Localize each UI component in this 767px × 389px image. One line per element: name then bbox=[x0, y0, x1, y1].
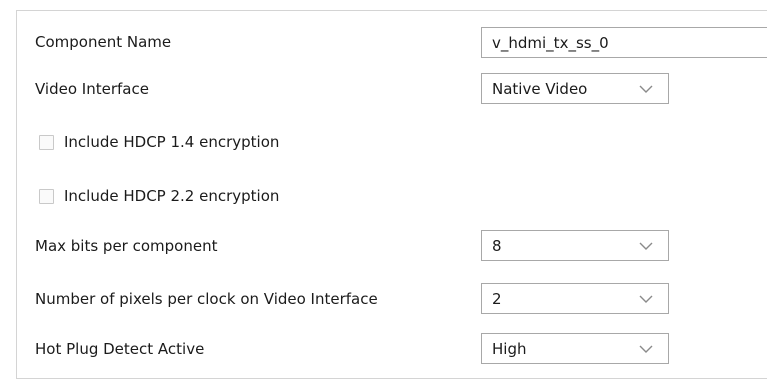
video-interface-select[interactable]: Native Video bbox=[481, 73, 669, 104]
max-bits-select[interactable]: 8 bbox=[481, 230, 669, 261]
hot-plug-detect-value: High bbox=[492, 339, 527, 358]
hdcp14-checkbox[interactable] bbox=[39, 134, 54, 150]
hdcp14-checkbox-row[interactable]: Include HDCP 1.4 encryption bbox=[39, 133, 279, 151]
hdcp22-checkbox-row[interactable]: Include HDCP 2.2 encryption bbox=[39, 187, 279, 205]
hdcp22-label: Include HDCP 2.2 encryption bbox=[64, 187, 280, 205]
max-bits-label: Max bits per component bbox=[35, 237, 218, 255]
chevron-down-icon bbox=[639, 242, 653, 250]
chevron-down-icon bbox=[639, 85, 653, 93]
chevron-down-icon bbox=[639, 345, 653, 353]
pixels-per-clock-label: Number of pixels per clock on Video Inte… bbox=[35, 290, 378, 308]
hdcp14-label: Include HDCP 1.4 encryption bbox=[64, 133, 280, 151]
max-bits-value: 8 bbox=[492, 236, 502, 255]
hot-plug-detect-label: Hot Plug Detect Active bbox=[35, 340, 205, 358]
pixels-per-clock-value: 2 bbox=[492, 289, 502, 308]
hot-plug-detect-select[interactable]: High bbox=[481, 333, 669, 364]
video-interface-label: Video Interface bbox=[35, 80, 149, 98]
chevron-down-icon bbox=[639, 295, 653, 303]
hdcp22-checkbox[interactable] bbox=[39, 188, 54, 204]
video-interface-value: Native Video bbox=[492, 79, 588, 98]
component-name-input[interactable] bbox=[481, 27, 767, 58]
pixels-per-clock-select[interactable]: 2 bbox=[481, 283, 669, 314]
component-name-label: Component Name bbox=[35, 33, 172, 51]
